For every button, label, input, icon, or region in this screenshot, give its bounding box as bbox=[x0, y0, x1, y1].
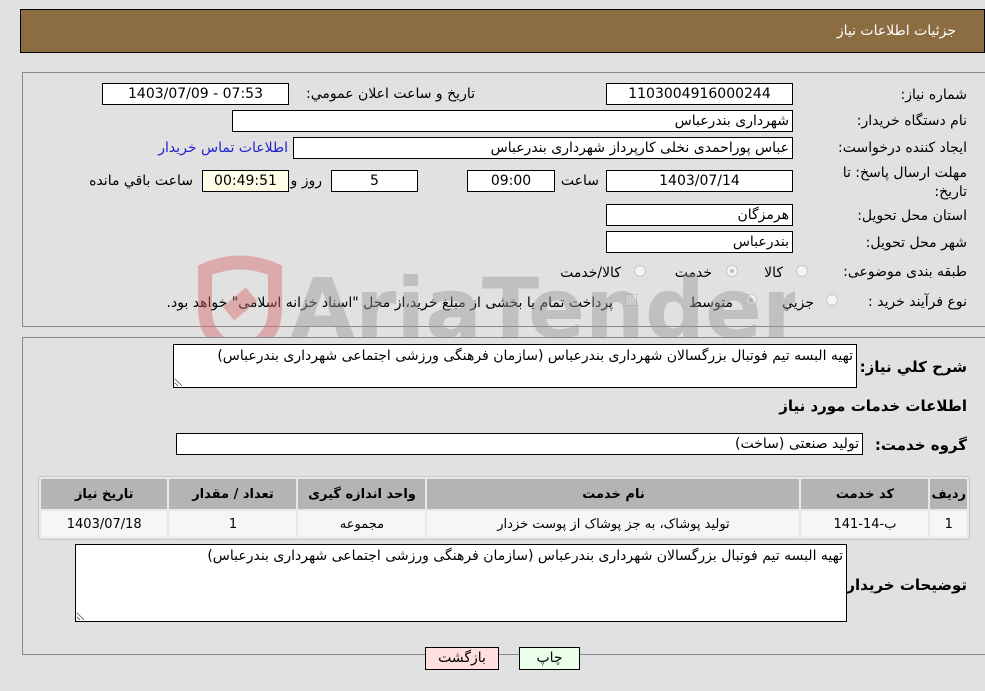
services-section-title: اطلاعات خدمات مورد نياز bbox=[779, 397, 967, 415]
remaining-days-field: 5 bbox=[331, 170, 418, 192]
deadline-time-field: 09:00 bbox=[467, 170, 555, 192]
process-radio-minor[interactable] bbox=[826, 294, 838, 306]
table-header-row: رديف كد خدمت نام خدمت واحد اندازه گيری ت… bbox=[41, 479, 967, 509]
cell-unit: مجموعه bbox=[298, 511, 426, 537]
col-row-number: رديف bbox=[930, 479, 967, 509]
category-radio-goods[interactable] bbox=[796, 265, 808, 277]
buyer-notes-textarea[interactable] bbox=[75, 544, 847, 622]
page-header: جزئیات اطلاعات نیاز bbox=[20, 9, 985, 53]
print-button[interactable]: چاپ bbox=[519, 647, 580, 670]
treasury-note: پرداخت تمام يا بخشی از مبلغ خريد،از محل … bbox=[166, 295, 613, 311]
city-field: بندرعباس bbox=[606, 231, 793, 253]
need-number-field: 1103004916000244 bbox=[606, 83, 793, 105]
buyer-contact-link[interactable]: اطلاعات تماس خريدار bbox=[158, 140, 288, 156]
back-button[interactable]: بازگشت bbox=[425, 647, 499, 670]
cell-service-code: ب-14-141 bbox=[801, 511, 929, 537]
process-label: نوع فرآيند خريد : bbox=[868, 294, 967, 310]
announce-label: تاریخ و ساعت اعلان عمومي: bbox=[306, 86, 475, 102]
cell-need-date: 1403/07/18 bbox=[41, 511, 168, 537]
remaining-time-field: 00:49:51 bbox=[202, 170, 289, 192]
remaining-time-label: ساعت باقي مانده bbox=[89, 173, 193, 189]
category-option-goods-service: کالا/خدمت bbox=[560, 265, 621, 281]
treasury-checkbox[interactable] bbox=[625, 294, 637, 306]
service-group-label: گروه خدمت: bbox=[874, 436, 967, 454]
page-title: جزئیات اطلاعات نیاز bbox=[836, 23, 956, 39]
requester-label: ايجاد كننده درخواست: bbox=[838, 140, 967, 156]
col-service-name: نام خدمت bbox=[427, 479, 800, 509]
city-label: شهر محل تحويل: bbox=[865, 235, 967, 251]
category-label: طبقه بندی موضوعی: bbox=[843, 264, 967, 280]
buyer-org-field: شهرداری بندرعباس bbox=[232, 110, 793, 132]
deadline-date-field: 1403/07/14 bbox=[606, 170, 793, 192]
col-unit: واحد اندازه گيری bbox=[298, 479, 426, 509]
col-quantity: تعداد / مقدار bbox=[169, 479, 297, 509]
cell-row-number: 1 bbox=[930, 511, 967, 537]
col-need-date: تاريخ نياز bbox=[41, 479, 168, 509]
days-label: روز و bbox=[290, 173, 323, 189]
services-table: رديف كد خدمت نام خدمت واحد اندازه گيری ت… bbox=[38, 476, 970, 540]
process-radio-medium[interactable] bbox=[745, 294, 757, 306]
cell-service-name: تولید پوشاک، به جز پوشاک از پوست خزدار bbox=[427, 511, 800, 537]
province-label: استان محل تحويل: bbox=[857, 208, 967, 224]
deadline-label-line1: مهلت ارسال پاسخ: تا bbox=[842, 165, 967, 181]
category-radio-goods-service[interactable] bbox=[634, 265, 646, 277]
deadline-label: مهلت ارسال پاسخ: تا تاريخ: bbox=[843, 164, 967, 202]
buyer-org-label: نام دستگاه خريدار: bbox=[856, 113, 967, 129]
province-field: هرمزگان bbox=[606, 204, 793, 226]
requester-field: عباس پوراحمدی نخلی کارپرداز شهرداری بندر… bbox=[293, 137, 793, 159]
announce-field: 1403/07/09 - 07:53 bbox=[102, 83, 289, 105]
col-service-code: كد خدمت bbox=[801, 479, 929, 509]
deadline-label-line2: تاريخ: bbox=[934, 184, 967, 200]
service-group-field: تولید صنعتی (ساخت) bbox=[176, 433, 863, 455]
category-radio-service[interactable] bbox=[726, 265, 738, 277]
cell-quantity: 1 bbox=[169, 511, 297, 537]
category-option-goods: کالا bbox=[764, 265, 783, 281]
description-label: شرح كلي نياز: bbox=[859, 358, 967, 376]
deadline-time-label: ساعت bbox=[560, 173, 599, 189]
process-option-minor: جزيي bbox=[782, 295, 814, 311]
need-number-label: شماره نیاز: bbox=[900, 87, 968, 103]
buyer-notes-label: توضيحات خريدار: bbox=[840, 576, 967, 594]
process-option-medium: متوسط bbox=[689, 295, 733, 311]
description-textarea[interactable] bbox=[173, 344, 857, 388]
table-row: 1 ب-14-141 تولید پوشاک، به جز پوشاک از پ… bbox=[41, 511, 967, 537]
category-option-service: خدمت bbox=[674, 265, 712, 281]
